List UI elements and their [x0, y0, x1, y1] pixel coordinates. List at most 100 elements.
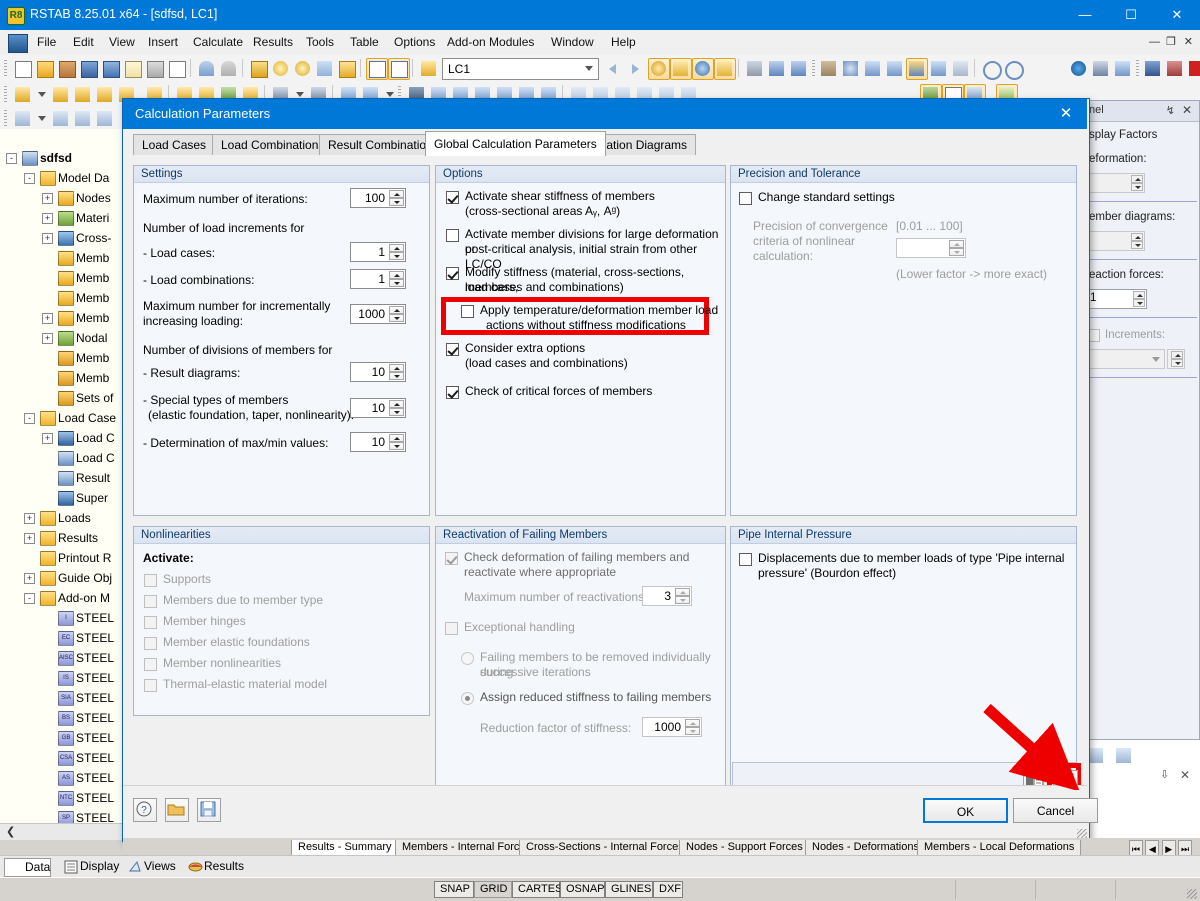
- apply-temperature-deformation-checkbox[interactable]: [461, 305, 474, 318]
- load-up-button[interactable]: [1164, 58, 1186, 80]
- toolbar-grip[interactable]: [4, 86, 7, 102]
- result-diagram2-button[interactable]: [788, 58, 810, 80]
- tree-item[interactable]: Memb: [0, 288, 122, 308]
- spinner-down-icon[interactable]: [389, 198, 404, 206]
- menu-item-tools[interactable]: Tools: [299, 34, 341, 51]
- view-tab-data[interactable]: Data: [4, 858, 51, 877]
- panel-close-icon[interactable]: ✕: [1182, 103, 1192, 117]
- spinner-down-icon[interactable]: [389, 279, 404, 287]
- tree-item[interactable]: NTCSTEEL: [0, 788, 122, 808]
- load-settings-button[interactable]: [165, 798, 189, 822]
- check-critical-forces-checkbox[interactable]: [446, 386, 459, 399]
- deformation-factor-spinner[interactable]: [1085, 173, 1145, 193]
- toolbar-grip[interactable]: [812, 60, 815, 76]
- exceptional-handling-checkbox[interactable]: [445, 622, 458, 635]
- load-case-combo[interactable]: LC1: [442, 58, 599, 80]
- view-tab-display[interactable]: Display: [60, 858, 119, 875]
- pipe-displacements-checkbox[interactable]: [739, 553, 752, 566]
- spinner-up-icon[interactable]: [389, 364, 404, 372]
- tree-item[interactable]: BSSTEEL: [0, 708, 122, 728]
- menu-item-table[interactable]: Table: [343, 34, 386, 51]
- chevron-down-icon[interactable]: [296, 92, 304, 97]
- render-model-button[interactable]: [248, 58, 270, 80]
- settings-button[interactable]: [1112, 58, 1134, 80]
- navigator-collapse-button[interactable]: ❮: [6, 825, 15, 838]
- maxmin-input[interactable]: 10: [350, 432, 406, 452]
- tree-item[interactable]: Memb: [0, 248, 122, 268]
- new-line-button[interactable]: [72, 84, 94, 106]
- chevron-down-icon[interactable]: [1152, 357, 1160, 362]
- tree-item[interactable]: +Materi: [0, 208, 122, 228]
- tree-item[interactable]: ISTEEL: [0, 608, 122, 628]
- menu-item-addon-modules[interactable]: Add-on Modules: [440, 34, 541, 51]
- reaction-forces-factor-spinner[interactable]: 1: [1085, 289, 1147, 309]
- mdi-close-button[interactable]: ✕: [1184, 34, 1193, 51]
- tree-item[interactable]: +Nodes: [0, 188, 122, 208]
- spinner-up-icon[interactable]: [389, 190, 404, 198]
- toolbar-grip[interactable]: [4, 110, 7, 126]
- increments-combo[interactable]: [1085, 349, 1165, 369]
- tree-expander-icon[interactable]: -: [24, 173, 35, 184]
- tree-item[interactable]: AISCSTEEL: [0, 648, 122, 668]
- load-cases-increments-input[interactable]: 1: [350, 242, 406, 262]
- new-load-case-button[interactable]: [418, 58, 440, 80]
- tree-item[interactable]: SIASTEEL: [0, 688, 122, 708]
- chevron-down-icon[interactable]: [38, 116, 46, 121]
- tree-item[interactable]: Memb: [0, 368, 122, 388]
- spinner-up-icon[interactable]: [1171, 351, 1183, 359]
- menu-item-help[interactable]: Help: [604, 34, 643, 51]
- spinner-down-icon[interactable]: [949, 248, 964, 256]
- nonlinearity-thermal-elastic-checkbox[interactable]: [144, 679, 157, 692]
- menu-item-options[interactable]: Options: [387, 34, 442, 51]
- tree-item[interactable]: ASSTEEL: [0, 768, 122, 788]
- increments-spinner[interactable]: [1167, 349, 1185, 369]
- show-table-button[interactable]: [366, 58, 388, 80]
- activate-shear-stiffness-checkbox[interactable]: [446, 191, 459, 204]
- mdi-minimize-button[interactable]: —: [1149, 34, 1160, 51]
- window-maximize-button[interactable]: ☐: [1108, 0, 1154, 30]
- spinner-down-icon[interactable]: [685, 727, 700, 735]
- tab-global-calculation-parameters[interactable]: Global Calculation Parameters: [425, 131, 606, 156]
- result-diagrams-input[interactable]: 10: [350, 362, 406, 382]
- member-diagrams-factor-spinner[interactable]: [1085, 231, 1145, 251]
- tree-item[interactable]: Memb: [0, 348, 122, 368]
- change-standard-settings-checkbox[interactable]: [739, 192, 752, 205]
- mirror-button[interactable]: [1024, 58, 1046, 80]
- pin-icon[interactable]: ↯: [1166, 104, 1175, 117]
- view-layer-button[interactable]: [50, 108, 72, 130]
- dialog-close-button[interactable]: ✕: [1055, 103, 1077, 125]
- tree-item[interactable]: Memb: [0, 268, 122, 288]
- spinner-down-icon[interactable]: [1133, 299, 1145, 307]
- spinner-up-icon[interactable]: [949, 240, 964, 248]
- spinner-up-icon[interactable]: [389, 244, 404, 252]
- show-deformation-button[interactable]: [692, 58, 714, 80]
- redo-button[interactable]: [218, 58, 240, 80]
- save-project-button[interactable]: [78, 58, 100, 80]
- max-iterations-input[interactable]: 100: [350, 188, 406, 208]
- consider-extra-options-checkbox[interactable]: [446, 343, 459, 356]
- nonlinearity-member-nonlinearities-checkbox[interactable]: [144, 658, 157, 671]
- new-member-button[interactable]: [50, 84, 72, 106]
- chevron-down-icon[interactable]: [38, 92, 46, 97]
- modify-stiffness-checkbox[interactable]: [446, 267, 459, 280]
- select-button[interactable]: [314, 58, 336, 80]
- spinner-up-icon[interactable]: [1131, 175, 1143, 183]
- tree-expander-icon[interactable]: -: [24, 593, 35, 604]
- tree-item[interactable]: +Results: [0, 528, 122, 548]
- mesh-button[interactable]: [818, 58, 840, 80]
- menu-item-view[interactable]: View: [102, 34, 142, 51]
- tree-item[interactable]: Sets of: [0, 388, 122, 408]
- view-partial-button[interactable]: [94, 108, 116, 130]
- show-results-button[interactable]: [648, 58, 670, 80]
- tree-item[interactable]: -Add-on M: [0, 588, 122, 608]
- view-xy-button[interactable]: [862, 58, 884, 80]
- max-incremental-input[interactable]: 1000: [350, 304, 406, 324]
- nonlinearity-member-type-checkbox[interactable]: [144, 595, 157, 608]
- status-grid-button[interactable]: GRID: [474, 881, 512, 898]
- view-tab-views[interactable]: Views: [124, 858, 176, 875]
- spinner-up-icon[interactable]: [1131, 233, 1143, 241]
- status-resize-grip[interactable]: [1187, 889, 1197, 899]
- show-values-button[interactable]: [670, 58, 692, 80]
- open-project-button[interactable]: [56, 58, 78, 80]
- load-arrow-button[interactable]: [1186, 58, 1200, 80]
